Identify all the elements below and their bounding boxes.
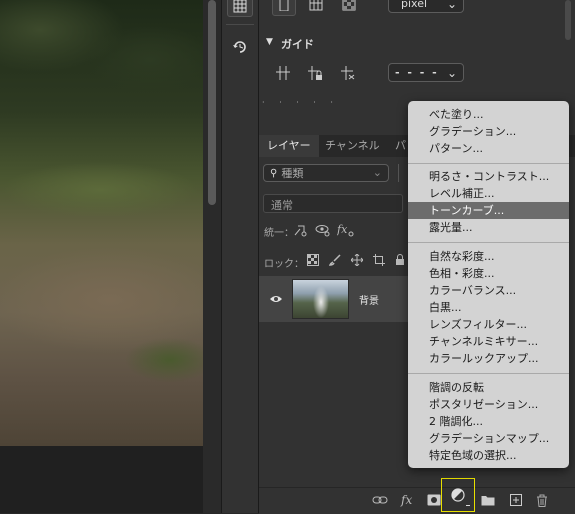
menu-item-brightness-contrast[interactable]: 明るさ・コントラスト... — [408, 168, 569, 185]
lock-transparent-icon[interactable] — [306, 253, 320, 267]
layer-thumbnail — [292, 279, 349, 319]
menu-item-threshold[interactable]: 2 階調化... — [408, 413, 569, 430]
layer-filter-value: 種類 — [281, 167, 304, 180]
blend-mode-value: 通常 — [271, 199, 293, 212]
lock-move-icon[interactable] — [350, 253, 364, 267]
lock-all-icon[interactable] — [394, 253, 406, 267]
unify-style-icon[interactable]: fx — [337, 222, 355, 238]
menu-item-color-lookup[interactable]: カラールックアップ... — [408, 350, 569, 367]
grid-toggle-icon[interactable] — [272, 0, 296, 16]
navigator-grid-icon[interactable] — [227, 0, 253, 17]
svg-text:fx: fx — [400, 493, 412, 507]
unify-label: 統一： — [264, 228, 294, 239]
grid-units-value: pixel — [401, 0, 428, 10]
menu-item-gradient[interactable]: グラデーション... — [408, 123, 569, 140]
guide-style-value: - - - - — [395, 66, 439, 79]
svg-text:fx: fx — [337, 223, 348, 236]
lock-guides-icon[interactable] — [305, 63, 325, 83]
truncated-section-title: · · · · · — [262, 98, 339, 107]
tab-channels[interactable]: チャンネル — [317, 135, 388, 157]
menu-item-selective-color[interactable]: 特定色域の選択... — [408, 447, 569, 464]
menu-item-photo-filter[interactable]: レンズフィルター... — [408, 316, 569, 333]
document-canvas[interactable] — [0, 0, 203, 446]
unify-position-icon[interactable] — [292, 222, 308, 238]
menu-item-vibrance[interactable]: 自然な彩度... — [408, 248, 569, 265]
link-layers-icon[interactable] — [370, 490, 390, 510]
collapse-chevron-icon[interactable]: ▼ — [266, 37, 273, 47]
guide-horizontal-icon[interactable] — [273, 63, 293, 83]
new-layer-icon[interactable] — [506, 490, 526, 510]
menu-item-hue-saturation[interactable]: 色相・彩度... — [408, 265, 569, 282]
lock-artboard-icon[interactable] — [372, 253, 386, 267]
menu-item-solid-color[interactable]: べた塗り... — [408, 106, 569, 123]
adjustment-layer-menu: べた塗り... グラデーション... パターン... 明るさ・コントラスト...… — [408, 101, 569, 468]
menu-item-posterize[interactable]: ポスタリゼーション... — [408, 396, 569, 413]
menu-item-pattern[interactable]: パターン... — [408, 140, 569, 157]
panel-scrollbar-thumb[interactable] — [565, 0, 571, 40]
menu-item-gradient-map[interactable]: グラデーションマップ... — [408, 430, 569, 447]
checker-grid-icon[interactable] — [338, 0, 360, 14]
blend-mode-select[interactable]: 通常 — [263, 194, 403, 213]
guide-style-select[interactable]: - - - - ⌄ — [388, 63, 464, 82]
new-group-folder-icon[interactable] — [478, 490, 498, 510]
new-adjustment-layer-button[interactable] — [441, 478, 475, 512]
menu-item-black-white[interactable]: 白黒... — [408, 299, 569, 316]
menu-item-curves[interactable]: トーンカーブ... — [408, 202, 569, 219]
clear-guides-icon[interactable] — [338, 63, 358, 83]
adjustment-layer-icon — [451, 488, 465, 502]
canvas-scrollbar-thumb[interactable] — [208, 0, 216, 205]
menu-item-color-balance[interactable]: カラーバランス... — [408, 282, 569, 299]
chevron-down-icon: ⌄ — [372, 166, 382, 179]
guides-title: ガイド — [281, 38, 314, 51]
eye-icon[interactable] — [267, 292, 285, 306]
tab-layers[interactable]: レイヤー — [259, 135, 319, 157]
lock-brush-icon[interactable] — [328, 253, 342, 267]
menu-separator — [408, 163, 569, 164]
collapsed-panel-strip — [222, 0, 258, 513]
chevron-down-icon: ⌄ — [446, 65, 457, 80]
menu-item-invert[interactable]: 階調の反転 — [408, 379, 569, 396]
lock-label: ロック： — [264, 259, 304, 270]
menu-item-exposure[interactable]: 露光量... — [408, 219, 569, 236]
grid-units-select[interactable]: pixel ⌄ — [388, 0, 464, 13]
menu-separator — [408, 242, 569, 243]
fx-icon[interactable]: fx — [398, 490, 418, 510]
unify-visibility-icon[interactable] — [315, 222, 331, 238]
canvas-pasteboard — [0, 446, 203, 513]
menu-item-levels[interactable]: レベル補正... — [408, 185, 569, 202]
layer-filter-select[interactable]: ⚲ 種類 ⌄ — [263, 164, 389, 182]
chevron-down-icon: ⌄ — [446, 0, 457, 11]
menu-separator — [408, 373, 569, 374]
trash-icon[interactable] — [532, 490, 552, 510]
layer-name: 背景 — [359, 296, 379, 307]
history-icon[interactable] — [227, 36, 253, 58]
menu-item-channel-mixer[interactable]: チャンネルミキサー... — [408, 333, 569, 350]
search-icon: ⚲ — [270, 167, 278, 179]
grid-icon[interactable] — [305, 0, 327, 14]
